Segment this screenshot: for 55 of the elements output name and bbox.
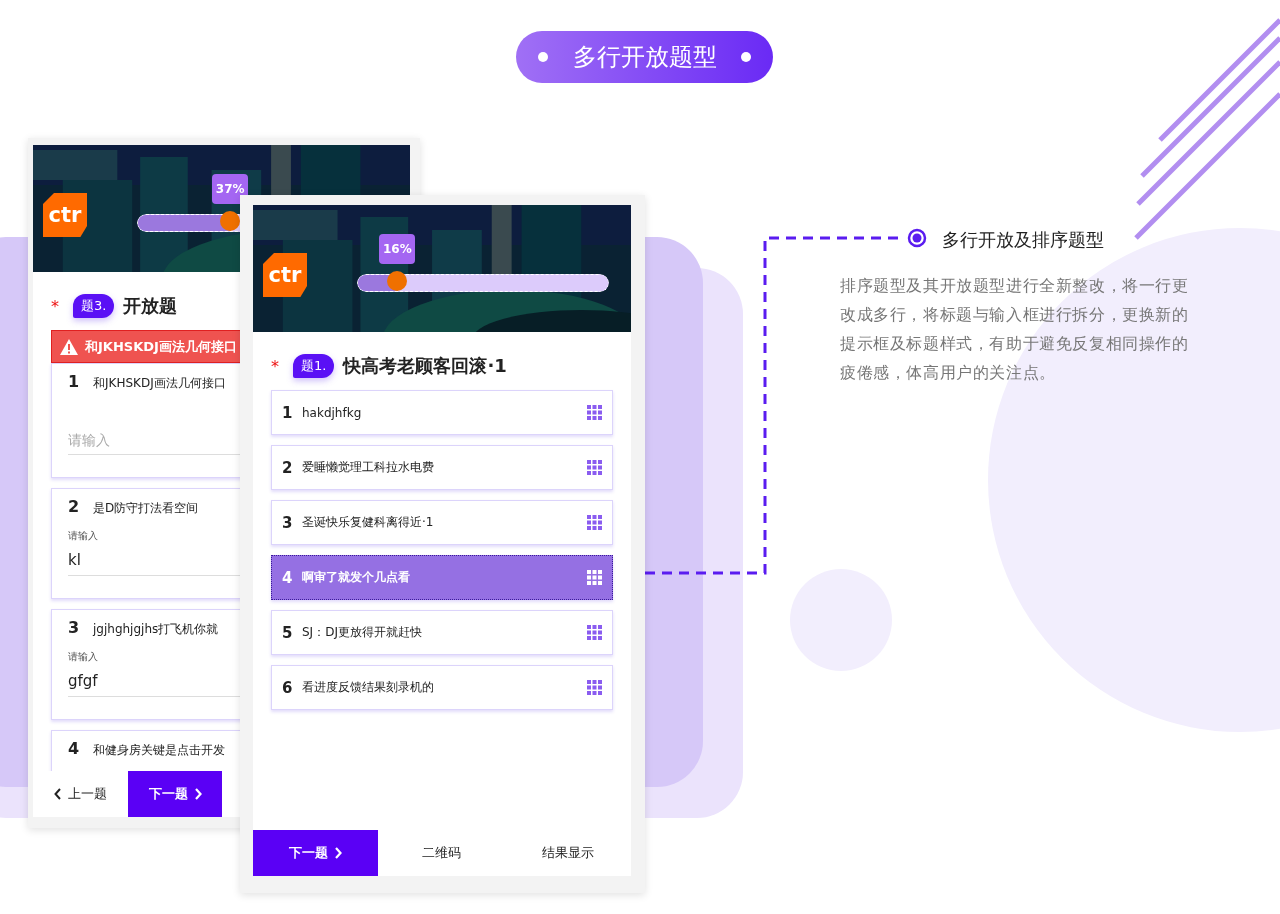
item-label: 和JKHSKDJ画法几何接口 (93, 375, 226, 392)
item-number: 5 (282, 623, 294, 642)
brand-logo: ctr (263, 253, 307, 297)
next-button[interactable]: 下一题 (253, 830, 378, 876)
item-label: 和健身房关键是点击开发 (93, 742, 225, 759)
brand-logo: ctr (43, 193, 87, 237)
grip-icon[interactable] (587, 680, 602, 695)
sortable-item[interactable]: 1 hakdjhfkg (271, 390, 613, 435)
question-number: 题3. (73, 294, 115, 318)
sortable-item[interactable]: 2 爱睡懒觉理工科拉水电费 (271, 445, 613, 490)
item-label: 看进度反馈结果刻录机的 (302, 679, 435, 696)
item-label: 啊审了就发个几点看 (302, 569, 411, 586)
warning-icon (59, 337, 79, 356)
item-label: SJ：DJ更放得开就赶快 (302, 624, 423, 641)
item-number: 1 (68, 372, 81, 391)
sortable-item[interactable]: 5 SJ：DJ更放得开就赶快 (271, 610, 613, 655)
chevron-right-icon (334, 847, 342, 859)
alert-text: 和JKHSKDJ画法几何接口 (85, 337, 237, 356)
sortable-item[interactable]: 3 圣诞快乐复健科离得近·1 (271, 500, 613, 545)
item-number: 2 (282, 458, 294, 477)
item-number: 4 (282, 568, 294, 587)
item-number: 3 (68, 618, 81, 637)
grip-icon[interactable] (587, 460, 602, 475)
progress-label: 37% (212, 174, 249, 204)
required-mark: * (271, 356, 280, 376)
item-number: 2 (68, 497, 81, 516)
progress-label: 16% (379, 234, 416, 264)
question-title: 开放题 (123, 294, 178, 318)
sortable-item[interactable]: 6 看进度反馈结果刻录机的 (271, 665, 613, 710)
feature-title: 多行开放及排序题型 (942, 228, 1105, 252)
feature-description: 排序题型及其开放题型进行全新整改，将一行更改成多行，将标题与输入框进行拆分，更换新的提示框及标题样式，有助于避免反复相同操作的疲倦感，体高用户的关注点。 (840, 276, 1190, 384)
item-number: 6 (282, 678, 294, 697)
next-button[interactable]: 下一题 (128, 771, 222, 817)
field-label: 请输入 (68, 529, 99, 543)
question-number: 题1. (293, 354, 335, 378)
field-label: 请输入 (68, 650, 99, 664)
item-number: 1 (282, 403, 294, 422)
item-label: jgjhghjgjhs打飞机你就 (93, 621, 219, 638)
item-label: 是D防守打法看空间 (93, 500, 199, 517)
chevron-left-icon (54, 788, 62, 800)
required-mark: * (51, 296, 60, 316)
grip-icon[interactable] (587, 405, 602, 420)
sortable-item[interactable]: 4 啊审了就发个几点看 (271, 555, 613, 600)
grip-icon[interactable] (587, 515, 602, 530)
item-label: 圣诞快乐复健科离得近·1 (302, 514, 435, 531)
item-number: 3 (282, 513, 294, 532)
timeline-dot (907, 228, 927, 248)
chevron-right-icon (193, 788, 202, 800)
grip-icon[interactable] (587, 625, 602, 640)
item-label: hakdjhfkg (302, 405, 363, 420)
item-label: 爱睡懒觉理工科拉水电费 (302, 459, 435, 476)
question-title: 快高考老顾客回滚·1 (343, 354, 507, 378)
item-number: 4 (68, 739, 81, 758)
section-title: 多行开放题型 (516, 31, 773, 83)
grip-icon[interactable] (587, 570, 602, 585)
